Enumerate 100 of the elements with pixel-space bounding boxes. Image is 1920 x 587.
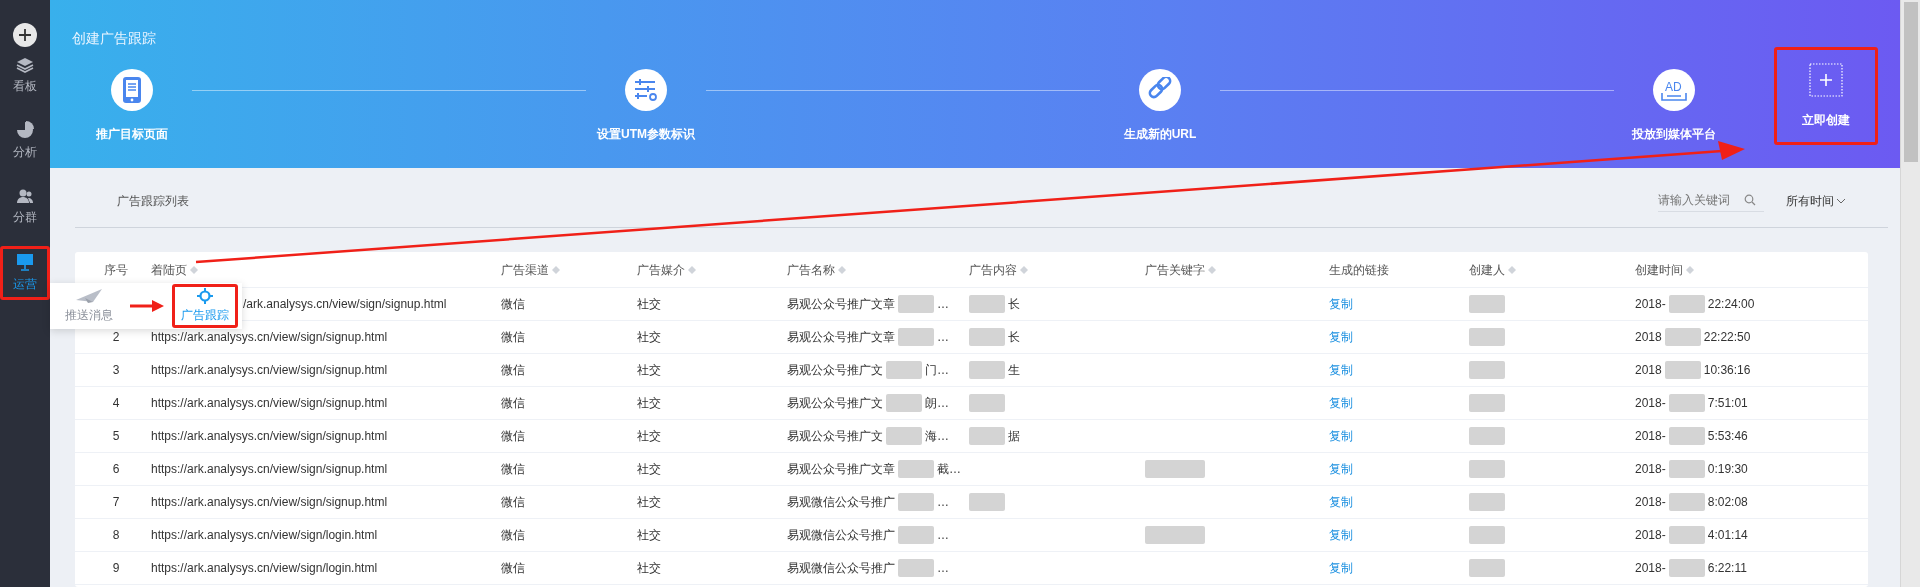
scrollbar-thumb[interactable] bbox=[1903, 2, 1918, 162]
column-header[interactable]: 创建人 bbox=[1461, 260, 1627, 279]
table-cell-text: 社交 bbox=[636, 329, 662, 346]
pie-chart-icon bbox=[16, 121, 34, 139]
column-header[interactable]: 创建时间 bbox=[1627, 260, 1868, 279]
column-header[interactable]: 广告内容 bbox=[961, 260, 1137, 279]
table-cell-text: … bbox=[937, 296, 949, 313]
table-cell-text: 长 bbox=[1008, 329, 1020, 346]
table-cell-text: 生 bbox=[1008, 362, 1020, 379]
table-cell-text: 8 bbox=[112, 527, 120, 544]
copy-link[interactable]: 复制 bbox=[1329, 427, 1353, 445]
table-cell-text: 据 bbox=[1008, 428, 1020, 445]
sidebar-item[interactable]: 分群 bbox=[0, 180, 50, 234]
sidebar-item[interactable]: 运营 bbox=[0, 246, 50, 300]
table-cell-text: 海… bbox=[925, 428, 949, 445]
table-cell-text: 门… bbox=[925, 362, 949, 379]
flyout-menu-item[interactable]: 推送消息 bbox=[56, 284, 122, 328]
table-cell-text: 22:24:00 bbox=[1707, 296, 1755, 313]
sidebar-item[interactable]: 分析 bbox=[0, 114, 50, 168]
table-cell-text: 2018- bbox=[1635, 428, 1666, 445]
table-cell-text: 社交 bbox=[636, 296, 662, 313]
sort-icon[interactable] bbox=[688, 265, 696, 274]
sort-icon[interactable] bbox=[1020, 265, 1028, 274]
table-cell-text: 2018- bbox=[1635, 527, 1666, 544]
column-header: 生成的链接 bbox=[1328, 261, 1390, 279]
table-cell-text: 易观微信公众号推广 bbox=[787, 494, 895, 511]
sort-icon[interactable] bbox=[838, 265, 846, 274]
redacted-block bbox=[898, 559, 934, 577]
redacted-block bbox=[1668, 460, 1705, 478]
table-cell-text: 社交 bbox=[636, 494, 662, 511]
column-header[interactable]: 广告名称 bbox=[779, 260, 961, 279]
redacted-block bbox=[898, 295, 934, 313]
annotation-arrow bbox=[130, 299, 164, 313]
create-button[interactable]: 立即创建 bbox=[1774, 47, 1878, 145]
sort-icon[interactable] bbox=[190, 265, 198, 274]
redacted-block bbox=[1664, 328, 1701, 346]
table-cell-text: 微信 bbox=[500, 527, 526, 544]
table-cell-text: 2018- bbox=[1635, 560, 1666, 577]
sort-icon[interactable] bbox=[1508, 265, 1516, 274]
search-field[interactable]: 请输入关键词 bbox=[1658, 189, 1764, 212]
copy-link[interactable]: 复制 bbox=[1329, 295, 1353, 313]
table-cell-text: 2018 bbox=[1635, 362, 1662, 379]
table-cell-text: 易观公众号推广文章 bbox=[787, 461, 895, 478]
table-cell-text: 易观公众号推广文 bbox=[787, 428, 883, 445]
copy-link[interactable]: 复制 bbox=[1329, 493, 1353, 511]
table-cell-text: 4:01:14 bbox=[1707, 527, 1748, 544]
copy-link[interactable]: 复制 bbox=[1329, 394, 1353, 412]
copy-link[interactable]: 复制 bbox=[1329, 328, 1353, 346]
table-cell-text: 社交 bbox=[636, 428, 662, 445]
table-cell-text: 22:22:50 bbox=[1703, 329, 1751, 346]
table-cell-text: /ark.analysys.cn/view/sign/signup.html bbox=[243, 296, 447, 313]
table-cell-text: 易观微信公众号推广 bbox=[787, 527, 895, 544]
table-cell-text: 易观公众号推广文 bbox=[787, 362, 883, 379]
table-cell-text: 2 bbox=[112, 329, 120, 346]
people-icon bbox=[16, 188, 34, 204]
table-cell-text: 微信 bbox=[500, 362, 526, 379]
ad-label: AD bbox=[1665, 80, 1682, 94]
sort-icon[interactable] bbox=[1686, 265, 1694, 274]
table-cell-text: 易观公众号推广文 bbox=[787, 395, 883, 412]
tablet-icon bbox=[121, 76, 143, 104]
column-header[interactable]: 广告渠道 bbox=[493, 260, 629, 279]
table-cell-text: … bbox=[937, 494, 949, 511]
table-cell-text: 2018- bbox=[1635, 494, 1666, 511]
table-cell-text: 微信 bbox=[500, 395, 526, 412]
sort-icon[interactable] bbox=[552, 265, 560, 274]
plus-icon bbox=[1809, 63, 1843, 97]
table-cell-text: 4 bbox=[112, 395, 120, 412]
redacted-block bbox=[1668, 394, 1705, 412]
table-cell-text: 社交 bbox=[636, 362, 662, 379]
table-cell-text: 微信 bbox=[500, 560, 526, 577]
column-header[interactable]: 着陆页 bbox=[143, 260, 493, 279]
copy-link[interactable]: 复制 bbox=[1329, 361, 1353, 379]
table-cell-text: https://ark.analysys.cn/view/sign/signup.html bbox=[151, 461, 388, 478]
table-cell-text: 朗… bbox=[925, 395, 949, 412]
table-cell-text: https://ark.analysys.cn/view/sign/signup.html bbox=[151, 395, 388, 412]
redacted-block bbox=[1668, 526, 1705, 544]
redacted-block bbox=[898, 460, 934, 478]
sidebar-item[interactable]: 看板 bbox=[0, 48, 50, 102]
copy-link[interactable]: 复制 bbox=[1329, 526, 1353, 544]
copy-link[interactable]: 复制 bbox=[1329, 559, 1353, 577]
flyout-menu-item[interactable]: 广告跟踪 bbox=[172, 284, 238, 328]
column-header: 序号 bbox=[103, 261, 129, 279]
column-header[interactable]: 广告媒介 bbox=[629, 260, 779, 279]
table-cell-text: https://ark.analysys.cn/view/sign/signup.html bbox=[151, 362, 388, 379]
table-cell-text: … bbox=[937, 527, 949, 544]
redacted-block bbox=[1668, 427, 1705, 445]
table-cell-text: 7 bbox=[112, 494, 120, 511]
redacted-block bbox=[898, 328, 934, 346]
column-header[interactable]: 广告关键字 bbox=[1137, 260, 1321, 279]
layers-icon bbox=[16, 55, 34, 73]
sort-icon[interactable] bbox=[1208, 265, 1216, 274]
scrollbar[interactable] bbox=[1900, 0, 1920, 587]
add-icon[interactable] bbox=[12, 22, 38, 48]
table-cell-text: 易观公众号推广文章 bbox=[787, 329, 895, 346]
time-filter-dropdown[interactable]: 所有时间 bbox=[1786, 191, 1846, 210]
table-cell-text: 8:02:08 bbox=[1707, 494, 1748, 511]
table-cell-text: 易观微信公众号推广 bbox=[787, 560, 895, 577]
copy-link[interactable]: 复制 bbox=[1329, 460, 1353, 478]
redacted-block bbox=[898, 526, 934, 544]
search-icon[interactable] bbox=[1744, 194, 1756, 206]
